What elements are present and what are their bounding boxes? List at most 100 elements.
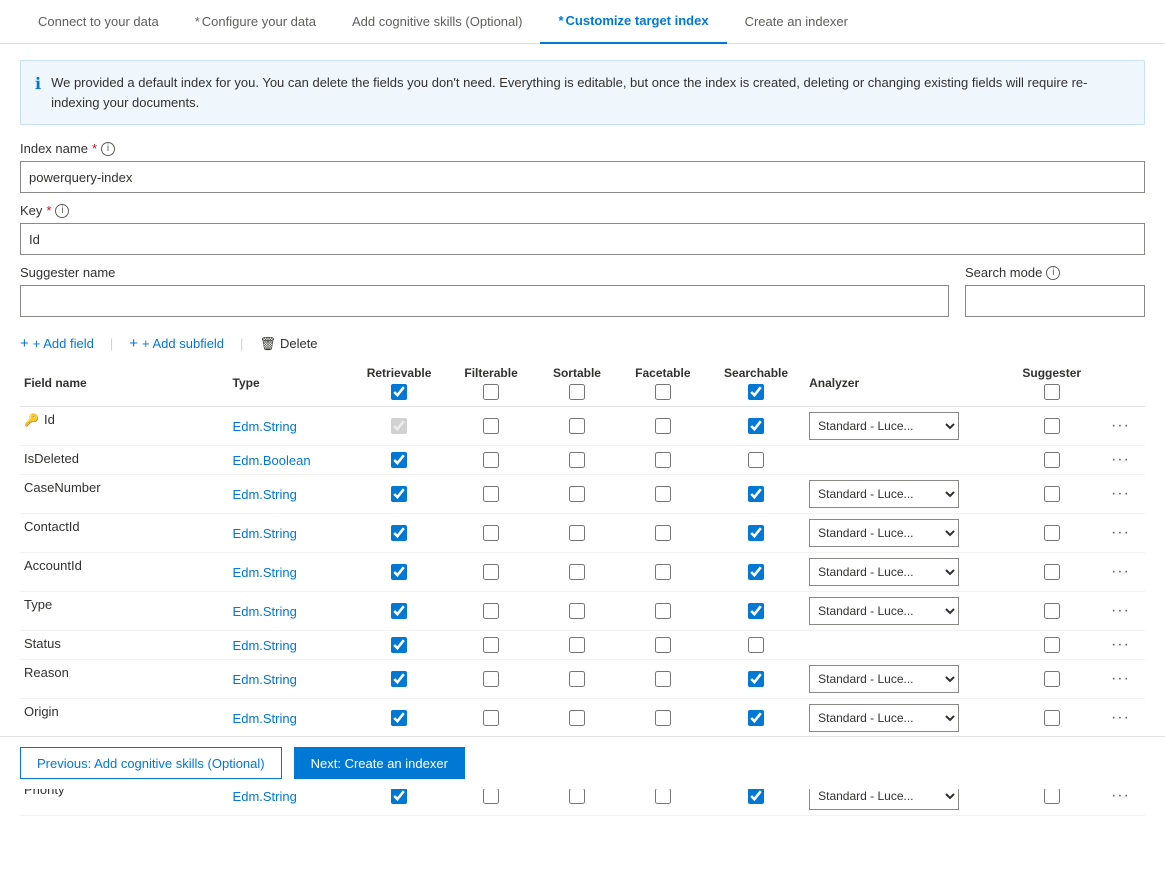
retrievable-cell — [351, 660, 447, 699]
key-input[interactable] — [20, 223, 1145, 255]
table-row: 🔑 Id Edm.String Standard - Luce...NoneCusto… — [20, 407, 1145, 446]
row-actions-button[interactable]: ··· — [1111, 636, 1130, 654]
sortable-cell — [535, 553, 618, 592]
delete-icon: 🗑 — [259, 336, 276, 352]
retrievable-cell — [351, 407, 447, 446]
analyzer-select[interactable]: Standard - Luce...NoneCustom... — [809, 704, 959, 732]
analyzer-cell — [805, 631, 1007, 660]
key-info-icon: i — [55, 204, 69, 218]
table-row: CaseNumberEdm.StringStandard - Luce...No… — [20, 475, 1145, 514]
analyzer-select[interactable]: Standard - Luce...NoneCustom... — [809, 480, 959, 508]
field-name-cell: ContactId — [20, 514, 229, 539]
sortable-header-checkbox[interactable] — [569, 384, 585, 400]
suggester-cell — [1008, 660, 1096, 699]
col-header-type: Type — [229, 360, 352, 407]
table-row: Origin Edm.String Standard - Luce...NoneCu… — [20, 699, 1145, 738]
field-type-cell: Edm.String — [229, 660, 352, 699]
row-actions-button[interactable]: ··· — [1111, 417, 1130, 435]
field-name-value: Origin — [24, 704, 59, 719]
toolbar-sep1: | — [110, 336, 113, 351]
field-type-cell: Edm.String — [229, 699, 352, 738]
nav-step-connect[interactable]: Connect to your data — [20, 0, 177, 44]
actions-cell: ··· — [1096, 475, 1145, 514]
field-name-value: Id — [44, 412, 55, 427]
plus-icon: + — [20, 335, 29, 352]
sortable-cell — [535, 514, 618, 553]
analyzer-select[interactable]: Standard - Luce...NoneCustom... — [809, 665, 959, 693]
field-name-cell: IsDeleted — [20, 446, 229, 471]
banner-text: We provided a default index for you. You… — [51, 73, 1130, 112]
add-subfield-button[interactable]: + + Add subfield — [129, 335, 224, 352]
add-field-button[interactable]: + + Add field — [20, 335, 94, 352]
row-actions-button[interactable]: ··· — [1111, 709, 1130, 727]
analyzer-cell: Standard - Luce...NoneCustom... — [805, 699, 1007, 738]
analyzer-select[interactable]: Standard - Luce...NoneCustom... — [809, 412, 959, 440]
filterable-header-checkbox[interactable] — [483, 384, 499, 400]
actions-cell: ··· — [1096, 660, 1145, 699]
analyzer-select[interactable]: Standard - Luce...NoneCustom... — [809, 597, 959, 625]
retrievable-cell — [351, 446, 447, 475]
prev-button[interactable]: Previous: Add cognitive skills (Optional… — [20, 747, 282, 779]
field-name-value: Type — [24, 597, 52, 612]
index-name-input[interactable] — [20, 161, 1145, 193]
nav-step-cognitive[interactable]: Add cognitive skills (Optional) — [334, 0, 541, 44]
next-button[interactable]: Next: Create an indexer — [294, 747, 465, 779]
search-mode-input[interactable] — [965, 285, 1145, 317]
row-actions-button[interactable]: ··· — [1111, 524, 1130, 542]
facetable-cell — [619, 660, 707, 699]
retrievable-cell — [351, 631, 447, 660]
field-name-value: ContactId — [24, 519, 80, 534]
facetable-cell — [619, 475, 707, 514]
suggester-cell — [1008, 592, 1096, 631]
col-header-fieldname: Field name — [20, 360, 229, 407]
analyzer-cell: Standard - Luce...NoneCustom... — [805, 553, 1007, 592]
search-mode-label: Search mode i — [965, 265, 1145, 280]
col-header-actions — [1096, 360, 1145, 407]
sortable-cell — [535, 475, 618, 514]
facetable-cell — [619, 446, 707, 475]
analyzer-select[interactable]: Standard - Luce...NoneCustom... — [809, 519, 959, 547]
analyzer-select[interactable]: Standard - Luce...NoneCustom... — [809, 558, 959, 586]
key-label: Key * i — [20, 203, 1145, 218]
searchable-cell — [707, 514, 805, 553]
sortable-cell — [535, 407, 618, 446]
row-actions-button[interactable]: ··· — [1111, 787, 1130, 805]
field-type-cell: Edm.String — [229, 407, 352, 446]
table-row: StatusEdm.String··· — [20, 631, 1145, 660]
suggester-name-input[interactable] — [20, 285, 949, 317]
col-header-suggester: Suggester — [1008, 360, 1096, 407]
field-name-value: IsDeleted — [24, 451, 79, 466]
analyzer-cell — [805, 446, 1007, 475]
row-actions-button[interactable]: ··· — [1111, 563, 1130, 581]
row-actions-button[interactable]: ··· — [1111, 602, 1130, 620]
table-row: IsDeleted Edm.Boolean ··· — [20, 446, 1145, 475]
field-type-cell: Edm.String — [229, 514, 352, 553]
index-name-required: * — [92, 141, 97, 156]
nav-step-customize[interactable]: * Customize target index — [540, 0, 726, 44]
index-name-section: Index name * i — [0, 141, 1165, 193]
analyzer-cell: Standard - Luce...NoneCustom... — [805, 660, 1007, 699]
facetable-header-checkbox[interactable] — [655, 384, 671, 400]
facetable-cell — [619, 553, 707, 592]
field-name-value: CaseNumber — [24, 480, 101, 495]
row-actions-button[interactable]: ··· — [1111, 485, 1130, 503]
searchable-cell — [707, 475, 805, 514]
field-type-cell: Edm.Boolean — [229, 446, 352, 475]
actions-cell: ··· — [1096, 446, 1145, 475]
nav-step-indexer[interactable]: Create an indexer — [727, 0, 866, 44]
filterable-cell — [447, 553, 535, 592]
sortable-cell — [535, 592, 618, 631]
row-actions-button[interactable]: ··· — [1111, 670, 1130, 688]
actions-cell: ··· — [1096, 631, 1145, 660]
suggester-header-checkbox[interactable] — [1044, 384, 1060, 400]
col-header-facetable: Facetable — [619, 360, 707, 407]
col-header-retrievable: Retrievable — [351, 360, 447, 407]
actions-cell: ··· — [1096, 553, 1145, 592]
nav-step-configure[interactable]: * Configure your data — [177, 0, 334, 44]
row-actions-button[interactable]: ··· — [1111, 451, 1130, 469]
retrievable-header-checkbox[interactable] — [391, 384, 407, 400]
searchable-header-checkbox[interactable] — [748, 384, 764, 400]
key-icon: 🔑 — [24, 413, 39, 427]
delete-button[interactable]: 🗑 Delete — [259, 336, 317, 352]
table-toolbar: + + Add field | + + Add subfield | 🗑 Del… — [0, 327, 1165, 360]
